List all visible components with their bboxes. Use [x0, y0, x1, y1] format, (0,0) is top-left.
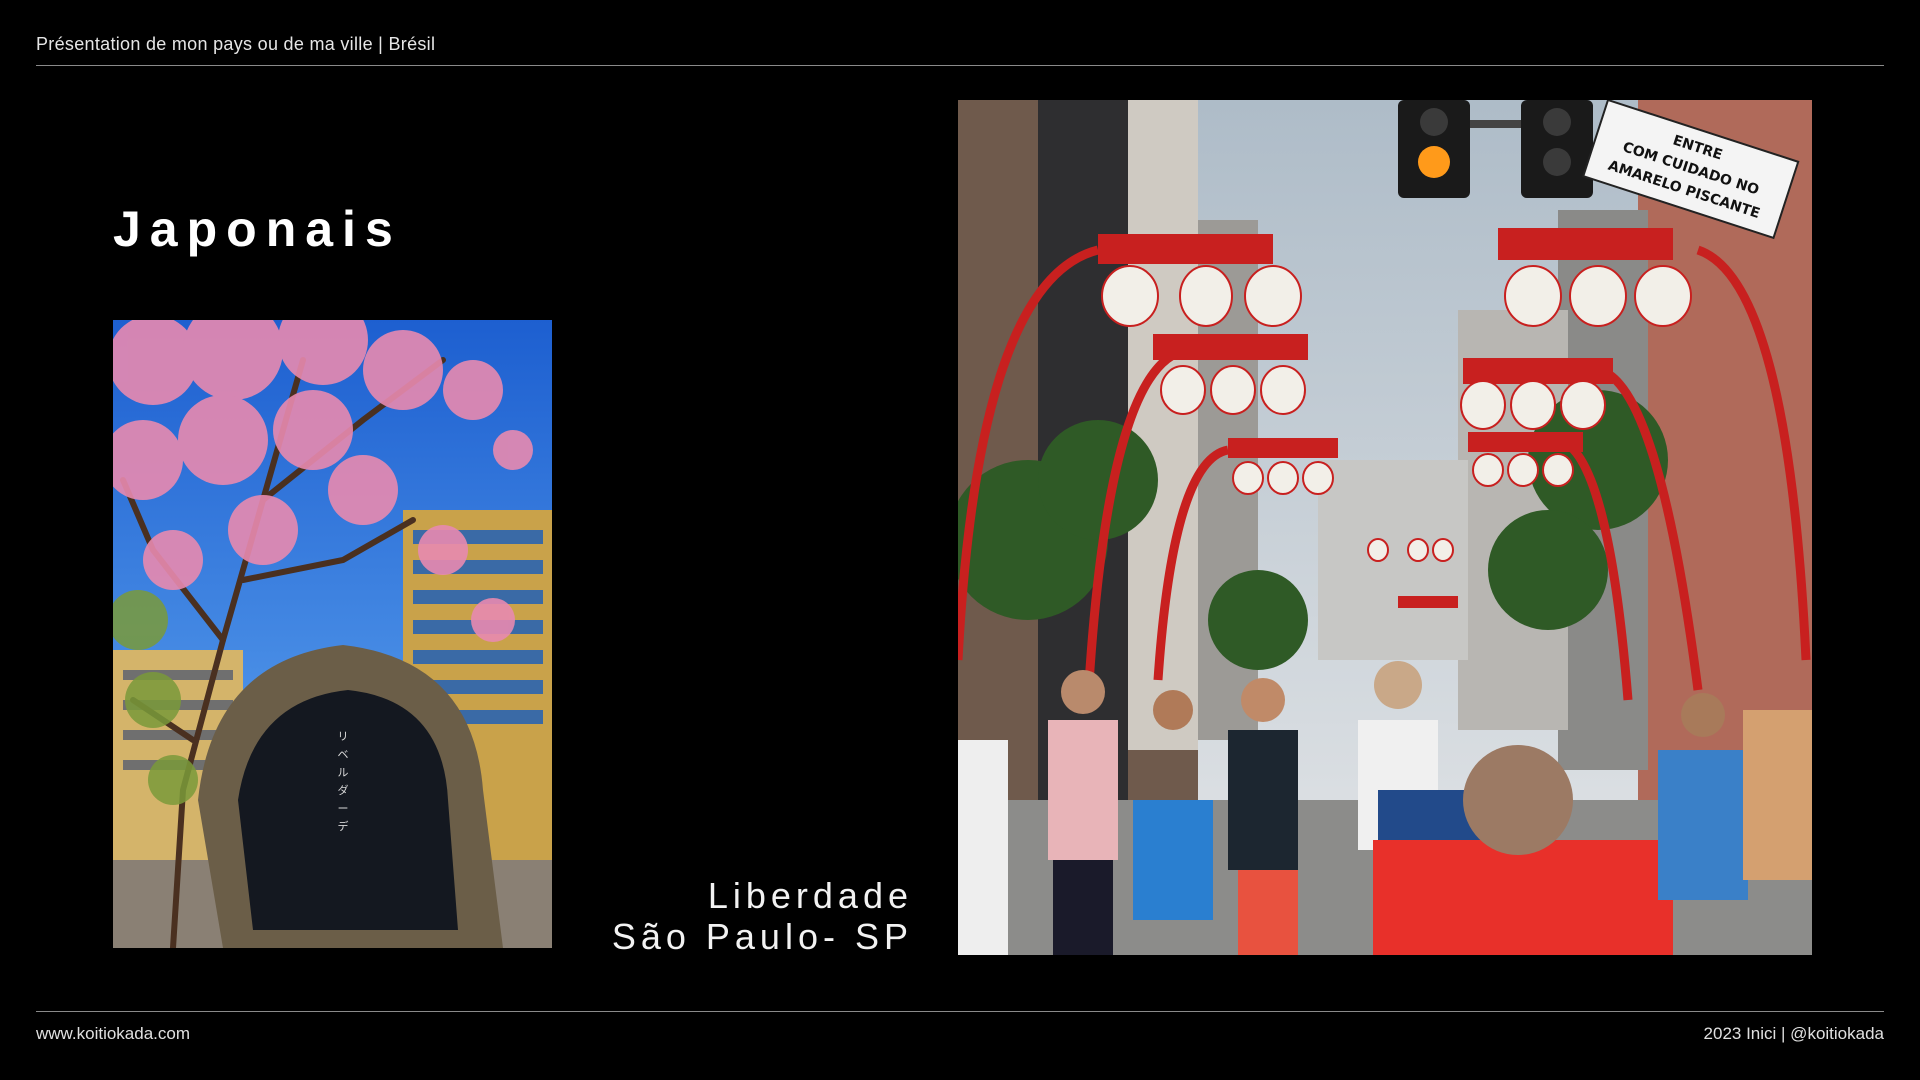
svg-text:リ: リ: [338, 730, 349, 743]
footer-credit: 2023 Inici | @koitiokada: [1703, 1024, 1884, 1043]
street-photo: ENTRE COM CUIDADO NO AMARELO PISCANTE: [958, 100, 1812, 955]
header-text: Présentation de mon pays ou de ma ville …: [36, 34, 436, 54]
svg-text:デ: デ: [338, 819, 349, 833]
svg-text:ダ: ダ: [338, 783, 349, 797]
footer-website-link[interactable]: www.koitiokada.com: [36, 1024, 190, 1044]
caption-line-2: São Paulo- SP: [611, 916, 913, 957]
svg-text:ベ: ベ: [338, 748, 349, 761]
slide-title: Japonais: [113, 201, 402, 257]
monument-photo: リ ベ ル ダ ー デ: [113, 320, 552, 948]
caption-line-1: Liberdade: [707, 875, 913, 916]
svg-text:ル: ル: [338, 766, 349, 779]
svg-text:ー: ー: [338, 802, 349, 815]
header-divider: [36, 65, 1884, 66]
footer-divider: [36, 1011, 1884, 1012]
